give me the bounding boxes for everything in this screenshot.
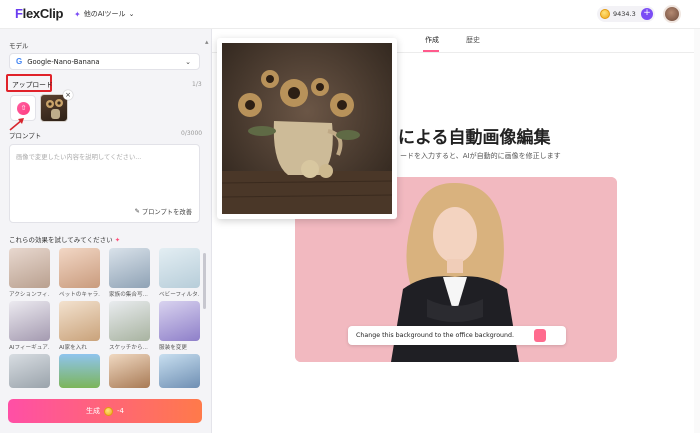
page-scrollbar[interactable] [694, 29, 700, 433]
model-select[interactable]: G Google-Nano-Banana ⌄ [9, 53, 200, 70]
credits-badge[interactable]: 9434.3 + [597, 6, 655, 22]
effect-thumbnail [159, 354, 200, 388]
uploaded-image-thumbnail[interactable]: × [40, 90, 73, 122]
effect-card[interactable] [159, 354, 200, 388]
effect-card[interactable]: ペットのキャラ... [59, 248, 100, 298]
effect-label: 家族の集合写... [109, 292, 148, 298]
optimize-prompt-button[interactable]: ✎ プロンプトを改善 [135, 207, 192, 216]
effect-thumbnail [59, 301, 100, 341]
effect-card[interactable]: 家族の集合写... [109, 248, 150, 298]
effect-card[interactable] [59, 354, 100, 388]
settings-panel: ▴ モデル G Google-Nano-Banana ⌄ アップロード 1/3 … [0, 29, 212, 433]
generate-label: 生成 [86, 407, 100, 415]
effect-card[interactable]: AIフィーギュア... [9, 301, 50, 351]
effect-card[interactable] [9, 354, 50, 388]
effects-scrollbar[interactable] [203, 253, 206, 309]
effect-thumbnail [109, 301, 150, 341]
upload-label: アップロード [12, 81, 53, 89]
magic-wand-icon: ✎ [134, 208, 140, 215]
effect-card[interactable]: ベビーフィルタ... [159, 248, 200, 298]
google-icon: G [16, 57, 23, 66]
uploaded-image-preview [217, 38, 397, 219]
effect-label: ペットのキャラ... [59, 292, 100, 298]
effect-card[interactable]: スケッチから... [109, 301, 150, 351]
page-subtitle: ードを入力すると、AIが自動的に画像を修正します [400, 152, 561, 160]
page-title: による自動画像編集 [398, 128, 551, 148]
effect-label: ベビーフィルタ... [159, 292, 200, 298]
prompt-label: プロンプト [9, 132, 42, 140]
sunflower-vase-photo [221, 43, 393, 214]
upload-count: 1/3 [192, 81, 202, 88]
model-label: モデル [9, 42, 29, 50]
user-avatar[interactable] [663, 5, 681, 23]
effect-thumbnail [59, 354, 100, 388]
demo-prompt-bar: Change this background to the office bac… [348, 326, 566, 345]
generate-button[interactable]: 生成 -4 [8, 399, 202, 423]
chevron-down-icon: ⌄ [128, 10, 135, 18]
effect-label: スケッチから... [109, 345, 148, 351]
effect-thumbnail [59, 248, 100, 288]
prompt-input[interactable]: 画像で変更したい内容を説明してください... ✎ プロンプトを改善 [9, 144, 200, 223]
prompt-count: 0/3000 [181, 130, 203, 137]
effect-card[interactable]: 服装を変更 [159, 301, 200, 351]
remove-image-button[interactable]: × [63, 90, 73, 100]
generate-cost: -4 [117, 407, 124, 415]
upload-label-highlight: アップロード [6, 74, 53, 92]
tab-create[interactable]: 作成 [425, 35, 439, 45]
other-ai-tools-menu[interactable]: ✦ 他のAIツール ⌄ [74, 9, 134, 19]
effect-label: 服装を変更 [159, 345, 187, 351]
effect-thumbnail [9, 301, 50, 341]
add-credits-button[interactable]: + [641, 8, 653, 20]
effect-thumbnail [109, 248, 150, 288]
effect-thumbnail [109, 354, 150, 388]
credits-value: 9434.3 [613, 10, 636, 18]
red-arrow-annotation [9, 118, 24, 131]
demo-prompt-text: Change this background to the office bac… [356, 332, 515, 339]
effect-card[interactable]: アクションフィ... [9, 248, 50, 298]
effect-thumbnail [9, 354, 50, 388]
prompt-placeholder: 画像で変更したい内容を説明してください... [16, 154, 142, 161]
coin-icon [104, 406, 113, 416]
effect-card[interactable] [109, 354, 150, 388]
effect-label: AI家を入れ [59, 345, 87, 351]
collapse-panel-icon[interactable]: ▴ [205, 38, 209, 46]
sparkle-icon: ✦ [74, 9, 81, 19]
top-bar: FlexClip ✦ 他のAIツール ⌄ 9434.3 + [0, 0, 700, 29]
upload-icon: ⇧ [17, 102, 30, 115]
sparkle-icon: ✦ [114, 236, 121, 244]
effect-card[interactable]: AI家を入れ [59, 301, 100, 351]
chevron-down-icon: ⌄ [185, 58, 191, 66]
other-ai-tools-label: 他のAIツール [83, 10, 126, 18]
effect-thumbnail [159, 248, 200, 288]
effects-title: これらの効果を試してみてください ✦ [9, 236, 121, 244]
effect-thumbnail [159, 301, 200, 341]
effect-thumbnail [9, 248, 50, 288]
optimize-prompt-label: プロンプトを改善 [141, 209, 192, 216]
coin-icon [600, 9, 610, 19]
effect-label: AIフィーギュア... [9, 345, 50, 351]
model-value: Google-Nano-Banana [27, 57, 100, 66]
tab-history[interactable]: 歴史 [466, 35, 480, 45]
flexclip-logo[interactable]: FlexClip [15, 6, 63, 21]
effect-label: アクションフィ... [9, 292, 50, 298]
send-icon [534, 329, 546, 342]
